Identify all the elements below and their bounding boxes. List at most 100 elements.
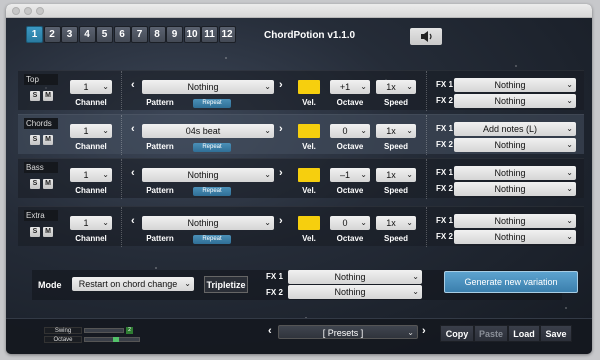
bank-button-2[interactable]: 2 bbox=[43, 26, 61, 43]
velocity-swatch[interactable] bbox=[298, 80, 320, 94]
bank-button-11[interactable]: 11 bbox=[201, 26, 218, 43]
solo-button[interactable]: S bbox=[30, 91, 40, 101]
bank-button-8[interactable]: 8 bbox=[148, 26, 166, 43]
channel-label: Channel bbox=[75, 186, 107, 195]
bank-button-7[interactable]: 7 bbox=[131, 26, 148, 43]
pattern-label: Pattern bbox=[146, 234, 174, 243]
speed-dropdown[interactable]: 1x ⌄ bbox=[376, 80, 416, 94]
paste-button[interactable]: Paste bbox=[474, 325, 508, 342]
chevron-down-icon: ⌄ bbox=[406, 82, 413, 91]
velocity-label: Vel. bbox=[302, 186, 316, 195]
channel-dropdown[interactable]: 1 ⌄ bbox=[70, 216, 112, 230]
chevron-right-icon[interactable]: › bbox=[279, 167, 283, 179]
swing-slider[interactable] bbox=[84, 328, 124, 333]
load-button[interactable]: Load bbox=[508, 325, 540, 342]
octave-dropdown[interactable]: 0 ⌄ bbox=[330, 216, 370, 230]
chevron-left-icon[interactable]: ‹ bbox=[131, 215, 135, 227]
divider bbox=[426, 115, 427, 155]
mode-dropdown[interactable]: Restart on chord change ⌄ bbox=[72, 277, 194, 291]
repeat-button[interactable]: Repeat bbox=[193, 235, 231, 244]
pattern-dropdown[interactable]: Nothing ⌄ bbox=[142, 168, 274, 182]
fx2-dropdown[interactable]: Nothing ⌄ bbox=[454, 182, 576, 196]
fx1-dropdown[interactable]: Nothing ⌄ bbox=[454, 166, 576, 180]
bank-button-3[interactable]: 3 bbox=[61, 26, 78, 43]
solo-button[interactable]: S bbox=[30, 179, 40, 189]
chevron-down-icon: ⌄ bbox=[264, 82, 271, 91]
chevron-right-icon[interactable]: › bbox=[279, 79, 283, 91]
chevron-left-icon[interactable]: ‹ bbox=[131, 123, 135, 135]
fx2-dropdown[interactable]: Nothing ⌄ bbox=[454, 138, 576, 152]
mode-fx2-dropdown[interactable]: Nothing ⌄ bbox=[288, 285, 422, 299]
chevron-down-icon: ⌄ bbox=[566, 96, 573, 105]
fx1-dropdown[interactable]: Nothing ⌄ bbox=[454, 78, 576, 92]
fx1-dropdown[interactable]: Add notes (L) ⌄ bbox=[454, 122, 576, 136]
fx1-dropdown[interactable]: Nothing ⌄ bbox=[454, 214, 576, 228]
octave-dropdown[interactable]: 0 ⌄ bbox=[330, 124, 370, 138]
fx2-label: FX 2 bbox=[436, 140, 453, 149]
octave-meter[interactable] bbox=[84, 337, 140, 342]
channel-dropdown[interactable]: 1 ⌄ bbox=[70, 80, 112, 94]
fx2-dropdown[interactable]: Nothing ⌄ bbox=[454, 94, 576, 108]
presets-dropdown[interactable]: [ Presets ] ⌄ bbox=[278, 325, 418, 339]
bank-button-5[interactable]: 5 bbox=[96, 26, 113, 43]
channel-label: Channel bbox=[75, 142, 107, 151]
octave-dropdown[interactable]: –1 ⌄ bbox=[330, 168, 370, 182]
chevron-left-icon[interactable]: ‹ bbox=[131, 167, 135, 179]
bank-button-12[interactable]: 12 bbox=[218, 26, 236, 43]
mute-track-button[interactable]: M bbox=[43, 179, 53, 189]
close-window-icon[interactable] bbox=[12, 7, 20, 15]
bank-button-6[interactable]: 6 bbox=[113, 26, 131, 43]
pattern-dropdown[interactable]: Nothing ⌄ bbox=[142, 80, 274, 94]
generate-variation-button[interactable]: Generate new variation bbox=[444, 271, 578, 293]
mute-track-button[interactable]: M bbox=[43, 91, 53, 101]
pattern-dropdown-value: Nothing bbox=[187, 218, 219, 228]
fx2-dropdown[interactable]: Nothing ⌄ bbox=[454, 230, 576, 244]
channel-dropdown[interactable]: 1 ⌄ bbox=[70, 124, 112, 138]
velocity-swatch[interactable] bbox=[298, 168, 320, 182]
mute-track-button[interactable]: M bbox=[43, 227, 53, 237]
octave-dropdown[interactable]: +1 ⌄ bbox=[330, 80, 370, 94]
octave-label: Octave bbox=[336, 98, 364, 107]
repeat-button[interactable]: Repeat bbox=[193, 143, 231, 152]
speed-dropdown[interactable]: 1x ⌄ bbox=[376, 168, 416, 182]
mode-fx1-dropdown[interactable]: Nothing ⌄ bbox=[288, 270, 422, 284]
divider bbox=[121, 115, 122, 155]
pattern-dropdown[interactable]: 04s beat ⌄ bbox=[142, 124, 274, 138]
pattern-dropdown[interactable]: Nothing ⌄ bbox=[142, 216, 274, 230]
mute-track-button[interactable]: M bbox=[43, 135, 53, 145]
solo-button[interactable]: S bbox=[30, 135, 40, 145]
mute-button[interactable] bbox=[410, 28, 442, 45]
bank-button-9[interactable]: 9 bbox=[166, 26, 183, 43]
minimize-window-icon[interactable] bbox=[24, 7, 32, 15]
tripletize-button[interactable]: Tripletize bbox=[204, 276, 248, 293]
copy-button[interactable]: Copy bbox=[440, 325, 474, 342]
mode-fx2-label: FX 2 bbox=[266, 288, 283, 297]
pattern-dropdown-value: Nothing bbox=[187, 82, 219, 92]
chevron-right-icon[interactable]: › bbox=[422, 325, 426, 337]
chevron-down-icon: ⌄ bbox=[406, 126, 413, 135]
chevron-down-icon: ⌄ bbox=[412, 287, 419, 296]
speed-dropdown[interactable]: 1x ⌄ bbox=[376, 216, 416, 230]
channel-dropdown[interactable]: 1 ⌄ bbox=[70, 168, 112, 182]
chevron-right-icon[interactable]: › bbox=[279, 215, 283, 227]
solo-button[interactable]: S bbox=[30, 227, 40, 237]
save-button[interactable]: Save bbox=[540, 325, 572, 342]
fx2-dropdown-value: Nothing bbox=[494, 232, 526, 242]
velocity-swatch[interactable] bbox=[298, 216, 320, 230]
bank-button-4[interactable]: 4 bbox=[78, 26, 96, 43]
speed-label: Speed bbox=[383, 234, 408, 243]
chevron-down-icon: ⌄ bbox=[360, 126, 367, 135]
velocity-swatch[interactable] bbox=[298, 124, 320, 138]
repeat-button[interactable]: Repeat bbox=[193, 187, 231, 196]
maximize-window-icon[interactable] bbox=[36, 7, 44, 15]
repeat-button[interactable]: Repeat bbox=[193, 99, 231, 108]
bank-button-10[interactable]: 10 bbox=[183, 26, 201, 43]
chevron-left-icon[interactable]: ‹ bbox=[131, 79, 135, 91]
app-window: 1 2 3 4 5 6 7 8 9 10 11 12 ChordPotion v1.1.0 Top S M… bbox=[6, 4, 592, 354]
chevron-left-icon[interactable]: ‹ bbox=[268, 325, 272, 337]
pattern-dropdown-value: Nothing bbox=[187, 170, 219, 180]
fx2-label: FX 2 bbox=[436, 96, 453, 105]
speed-dropdown[interactable]: 1x ⌄ bbox=[376, 124, 416, 138]
bank-button-1[interactable]: 1 bbox=[26, 26, 43, 43]
chevron-right-icon[interactable]: › bbox=[279, 123, 283, 135]
